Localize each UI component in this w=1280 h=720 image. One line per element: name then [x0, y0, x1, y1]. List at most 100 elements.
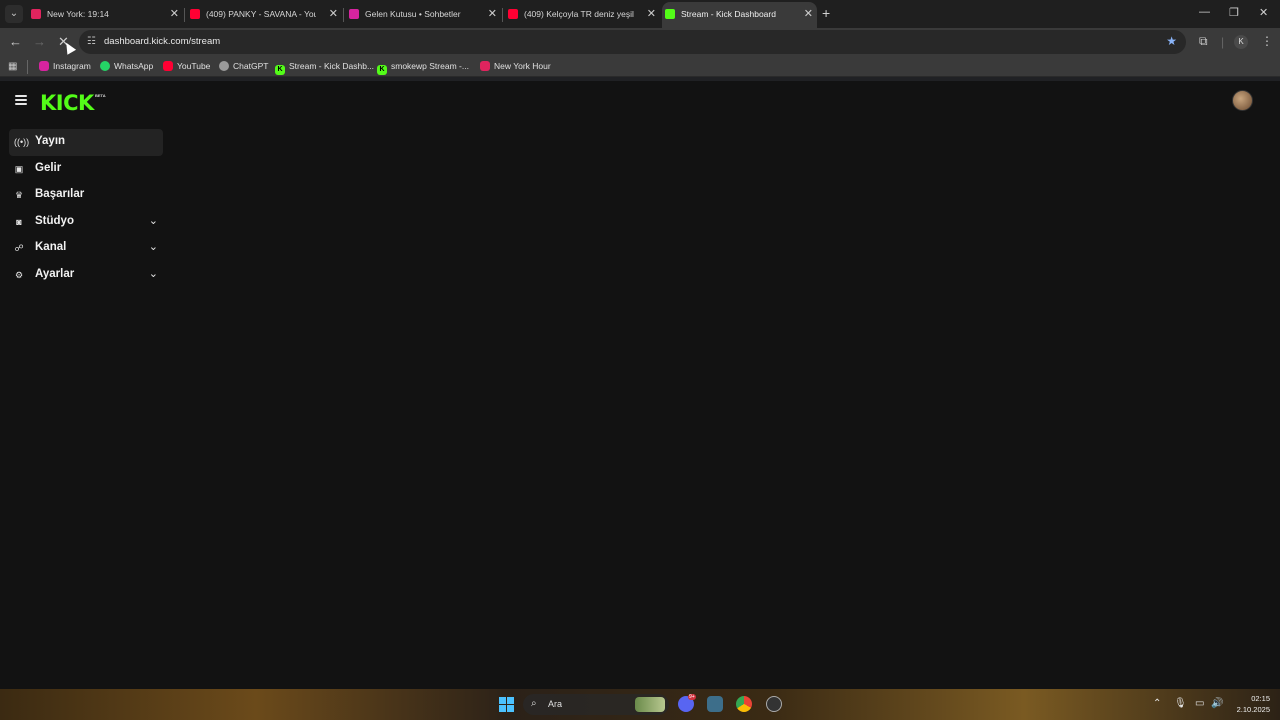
- bookmark-instagram[interactable]: Instagram: [39, 61, 91, 71]
- profile-avatar[interactable]: K: [1234, 35, 1248, 49]
- clock-date: 2.10.2025: [1236, 705, 1270, 714]
- browser-toolbar: ← → ✕ ☷ dashboard.kick.com/stream ★ ⧉ | …: [0, 28, 1280, 56]
- close-tab-icon[interactable]: ✕: [170, 7, 179, 20]
- minimize-icon[interactable]: —: [1199, 6, 1210, 18]
- youtube-favicon-icon: [190, 9, 200, 19]
- close-tab-icon[interactable]: ✕: [647, 7, 656, 20]
- close-tab-icon[interactable]: ✕: [329, 7, 338, 20]
- bookmark-smokewp[interactable]: Ksmokewp Stream -...: [377, 61, 469, 75]
- kick-favicon-icon: [665, 9, 675, 19]
- dashboard-sidebar: ((•)) Yayın ▣ Gelir ♛ Başarılar ◙ Stüdyo…: [9, 129, 163, 289]
- microphone-icon[interactable]: 🎙: [1174, 698, 1187, 709]
- bookmark-stream-kick[interactable]: K Stream - Kick Dashb...: [275, 61, 374, 75]
- youtube-icon: [163, 61, 173, 71]
- tab-title: (409) PANKY - SAVANA - YouTu: [206, 9, 316, 19]
- bookmark-whatsapp[interactable]: WhatsApp: [100, 61, 153, 71]
- tab-title: Gelen Kutusu • Sohbetler: [365, 9, 461, 19]
- system-clock[interactable]: 02:15 2.10.2025: [1230, 693, 1270, 715]
- bookmark-label: ChatGPT: [233, 61, 269, 71]
- chatgpt-icon: [219, 61, 229, 71]
- trophy-icon: ♛: [14, 190, 24, 201]
- tab-new-york[interactable]: New York: 19:14 ✕: [28, 4, 183, 28]
- tab-instagram-inbox[interactable]: Gelen Kutusu • Sohbetler ✕: [346, 4, 501, 28]
- kick-icon: K: [275, 65, 285, 75]
- sidebar-item-label: Gelir: [35, 161, 62, 174]
- sidebar-item-gelir[interactable]: ▣ Gelir: [9, 156, 163, 183]
- bookmark-label: Instagram: [53, 61, 91, 71]
- tab-title: Stream - Kick Dashboard: [681, 9, 776, 19]
- whatsapp-icon: [100, 61, 110, 71]
- kick-icon: K: [377, 65, 387, 75]
- chrome-icon[interactable]: [736, 696, 752, 712]
- sidebar-item-kanal[interactable]: ☍ Kanal ⌄: [9, 235, 163, 262]
- tab-panky-youtube[interactable]: (409) PANKY - SAVANA - YouTu ✕: [187, 4, 342, 28]
- gear-icon: ⚙: [14, 269, 24, 280]
- restore-icon[interactable]: ❐: [1229, 6, 1239, 19]
- bookmark-label: Stream - Kick Dashb...: [289, 61, 375, 71]
- clock-time: 02:15: [1251, 694, 1270, 703]
- bookmark-new-york-hour[interactable]: New York Hour: [480, 61, 551, 71]
- tab-divider: [502, 8, 503, 22]
- extensions-icon[interactable]: ⧉: [1199, 34, 1208, 49]
- sidebar-item-label: Yayın: [35, 135, 66, 147]
- bookmark-label: WhatsApp: [114, 61, 154, 71]
- sidebar-item-label: Başarılar: [35, 188, 85, 201]
- volume-icon[interactable]: 🔊: [1211, 698, 1223, 709]
- revenue-icon: ▣: [14, 163, 24, 174]
- search-highlight-image: [635, 697, 665, 712]
- app-icon[interactable]: [707, 696, 723, 712]
- obs-icon[interactable]: [766, 696, 782, 712]
- chevron-up-icon[interactable]: ⌃: [1153, 698, 1161, 709]
- sidebar-item-ayarlar[interactable]: ⚙ Ayarlar ⌄: [9, 262, 163, 289]
- bookmark-label: YouTube: [177, 61, 211, 71]
- browser-menu-icon[interactable]: ⋮: [1261, 34, 1273, 48]
- chevron-down-icon[interactable]: ⌄: [149, 267, 158, 280]
- channel-icon: ☍: [14, 243, 24, 254]
- apps-grid-icon[interactable]: ▦: [8, 61, 17, 72]
- new-tab-button[interactable]: +: [822, 5, 830, 21]
- youtube-favicon-icon: [508, 9, 518, 19]
- new-york-icon: [480, 61, 490, 71]
- tab-search-button[interactable]: ⌄: [5, 5, 23, 23]
- instagram-favicon-icon: [349, 9, 359, 19]
- chevron-down-icon[interactable]: ⌄: [149, 240, 158, 253]
- hamburger-menu-icon[interactable]: [15, 95, 27, 107]
- network-icon[interactable]: ▭: [1195, 698, 1204, 709]
- bookmarks-divider: [27, 60, 28, 74]
- user-avatar[interactable]: [1232, 90, 1253, 111]
- tab-divider: [343, 8, 344, 22]
- search-icon: ⌕: [531, 698, 537, 709]
- bookmark-youtube[interactable]: YouTube: [163, 61, 210, 71]
- close-tab-icon[interactable]: ✕: [488, 7, 497, 20]
- sidebar-item-label: Ayarlar: [35, 267, 75, 280]
- close-tab-icon[interactable]: ✕: [804, 7, 813, 20]
- close-window-icon[interactable]: ✕: [1259, 6, 1268, 19]
- url-text[interactable]: dashboard.kick.com/stream: [104, 36, 220, 47]
- bookmark-chatgpt[interactable]: ChatGPT: [219, 61, 268, 71]
- bookmark-star-icon[interactable]: ★: [1166, 34, 1177, 48]
- sidebar-item-label: Stüdyo: [35, 214, 74, 227]
- windows-taskbar: ⌕ Ara 9+ ⌃ 🎙 ▭ 🔊 02:15 2.10.2025: [0, 689, 1280, 720]
- instagram-icon: [39, 61, 49, 71]
- bookmark-label: smokewp Stream -...: [391, 61, 469, 71]
- chevron-down-icon[interactable]: ⌄: [149, 214, 158, 227]
- site-info-icon[interactable]: ☷: [87, 36, 96, 47]
- tab-title: (409) Kelçoyla TR deniz yeşili e: [524, 9, 634, 19]
- tab-divider: [184, 8, 185, 22]
- kick-logo[interactable]: KICK: [40, 91, 94, 115]
- taskbar-search-input[interactable]: ⌕ Ara: [523, 694, 669, 715]
- discord-notification-badge: 9+: [688, 694, 696, 700]
- address-bar[interactable]: ☷ dashboard.kick.com/stream ★: [79, 30, 1186, 54]
- tab-title: New York: 19:14: [47, 9, 109, 19]
- windows-start-icon[interactable]: [499, 697, 514, 712]
- sidebar-item-studyo[interactable]: ◙ Stüdyo ⌄: [9, 209, 163, 236]
- sidebar-item-label: Kanal: [35, 241, 67, 254]
- search-placeholder: Ara: [548, 699, 563, 709]
- tab-kelcoyla-youtube[interactable]: (409) Kelçoyla TR deniz yeşili e ✕: [505, 4, 660, 28]
- sidebar-item-yayin[interactable]: ((•)) Yayın: [9, 129, 163, 156]
- back-icon[interactable]: ←: [9, 34, 22, 49]
- sidebar-item-basarilar[interactable]: ♛ Başarılar: [9, 182, 163, 209]
- forward-icon[interactable]: →: [33, 34, 46, 49]
- broadcast-icon: ((•)): [14, 137, 30, 147]
- tab-kick-dashboard[interactable]: Stream - Kick Dashboard ✕: [662, 2, 817, 28]
